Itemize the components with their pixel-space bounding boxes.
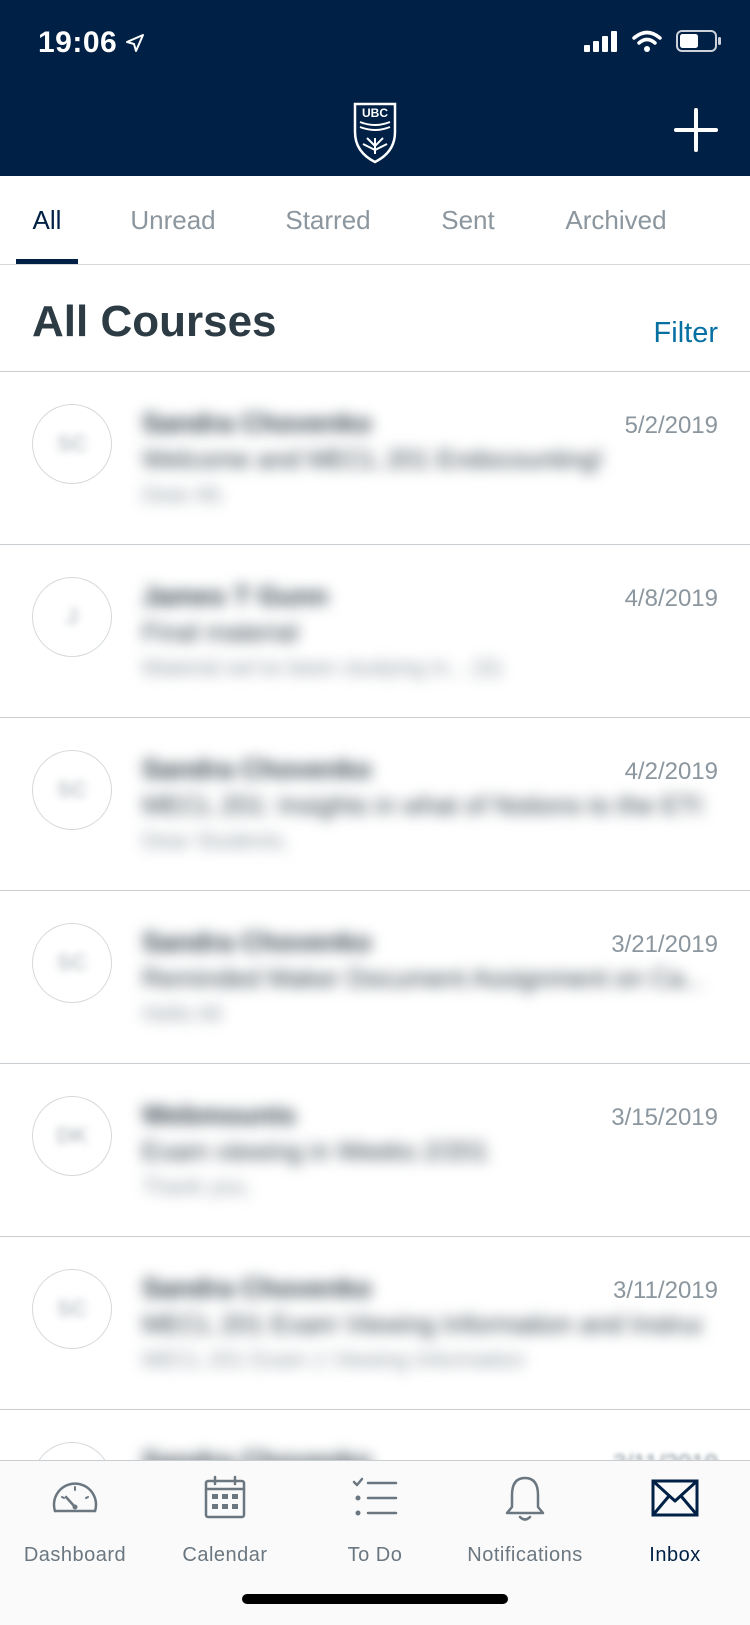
message-date: 3/11/2019 [613,1277,718,1304]
message-subject: Exam viewing in Weeks 2/201 [142,1136,489,1166]
status-time: 19:06 [38,26,145,60]
tab-notifications[interactable]: Notifications [450,1473,600,1567]
tab-calendar-label: Calendar [182,1544,268,1566]
status-indicators [584,30,722,52]
sender-name: James T Gunn [142,581,329,611]
list-item[interactable]: SC Sandra Chovenko MECL 201: Insights in… [0,718,750,891]
message-date: 3/15/2019 [611,1104,718,1131]
tab-todo-label: To Do [347,1544,403,1566]
tab-dashboard-label: Dashboard [23,1544,127,1566]
avatar: DK [32,1096,112,1176]
tab-dashboard[interactable]: Dashboard [0,1473,150,1567]
location-arrow-icon [126,34,145,52]
avatar: SC [32,404,112,484]
tab-todo[interactable]: To Do [300,1473,450,1567]
list-item[interactable]: SC Sandra Chovenko Welcome and MECL 201 … [0,372,750,545]
signal-icon [584,31,617,52]
avatar: SC [32,923,112,1003]
bell-icon [505,1476,545,1521]
avatar: J [32,577,112,657]
tab-inbox-label: Inbox [649,1544,701,1566]
message-date: 3/21/2019 [611,931,718,958]
inbox-filter-tabs: All Unread Starred Sent Archived [0,176,750,265]
message-preview: Dear All, [142,482,226,507]
status-time-text: 19:06 [38,26,118,59]
message-subject: Reminded Maker Document Assignment on Ca… [142,963,702,993]
list-item[interactable]: SC Sandra Chovenko Reminded Maker Docume… [0,891,750,1064]
message-subject: Welcome and MECL 201 Endocounting! [142,444,604,474]
battery-icon [676,30,721,52]
sender-name: Sandra Chovenko [142,754,372,784]
ubc-logo-text: UBC [362,106,388,120]
tab-inbox[interactable]: Inbox [600,1473,750,1567]
tab-notifications-label: Notifications [467,1544,583,1566]
sender-name: Webmounts [142,1100,296,1130]
message-date: 4/2/2019 [624,758,718,785]
app-header: 19:06 UBC [0,0,750,176]
message-subject: Final material [142,617,299,647]
list-item[interactable]: SC Sandra Chovenko 3/11/2019 [0,1410,750,1460]
message-list: SC Sandra Chovenko Welcome and MECL 201 … [0,372,750,1460]
tab-starred[interactable]: Starred [272,176,384,264]
sender-name: Sandra Chovenko [142,927,372,957]
list-item[interactable]: SC Sandra Chovenko MECL 201 Exam Viewing… [0,1237,750,1410]
list-item[interactable]: J James T Gunn Final material Material w… [0,545,750,718]
message-subject: MECL 201 Exam Viewing Information and In… [142,1309,702,1339]
message-preview: Dear Students, [142,828,289,853]
wifi-icon [632,30,662,52]
sender-name: Sandra Chovenko [142,408,372,438]
avatar: SC [32,1442,112,1460]
home-indicator[interactable] [242,1594,508,1604]
dashboard-gauge-icon [52,1482,98,1513]
message-preview: MECL 201 Exam 1 Viewing Information [142,1347,525,1372]
tab-calendar[interactable]: Calendar [150,1473,300,1567]
tab-sent[interactable]: Sent [432,176,504,264]
sender-name: Sandra Chovenko [142,1446,372,1460]
ubc-logo: UBC [353,102,397,164]
tab-all[interactable]: All [16,176,78,264]
tab-unread[interactable]: Unread [118,176,228,264]
avatar: SC [32,1269,112,1349]
tab-archived[interactable]: Archived [552,176,680,264]
message-date: 5/2/2019 [624,412,718,439]
message-preview: Material we've been studying in... (S) [142,655,503,680]
message-preview: Hello All [142,1001,222,1026]
course-section-header: All Courses Filter [0,265,750,372]
avatar: SC [32,750,112,830]
compose-button[interactable] [674,108,718,152]
message-preview: Thank you, [142,1174,251,1199]
todo-list-icon [352,1477,398,1516]
envelope-icon [651,1479,699,1517]
message-date: 4/8/2019 [624,585,718,612]
list-item[interactable]: DK Webmounts Exam viewing in Weeks 2/201… [0,1064,750,1237]
page-title: All Courses [32,297,277,346]
message-date: 3/11/2019 [613,1450,718,1460]
message-subject: MECL 201: Insights in what of Notions to… [142,790,702,820]
sender-name: Sandra Chovenko [142,1273,372,1303]
filter-button[interactable]: Filter [654,317,718,350]
calendar-icon [204,1475,246,1519]
